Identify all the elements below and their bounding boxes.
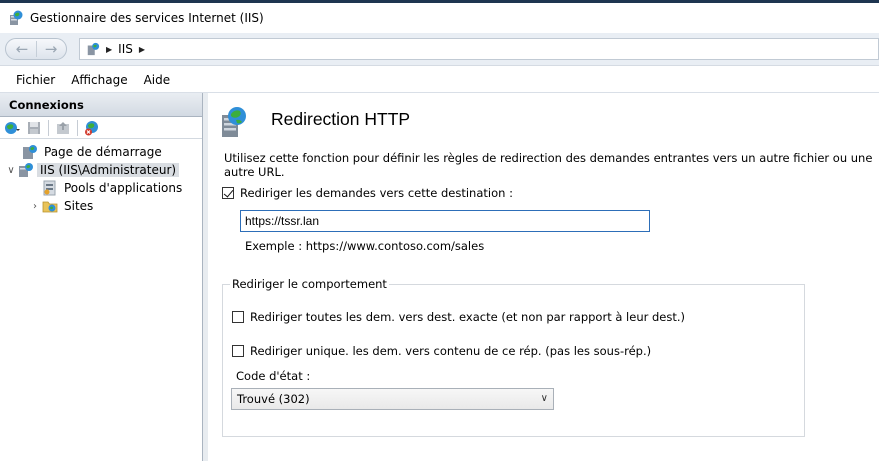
chevron-down-icon[interactable]: ∨ [541,389,548,409]
redirect-feature-icon [222,107,246,137]
tree-item-app-pools[interactable]: Pools d'applications [0,179,202,197]
connections-header: Connexions [0,93,202,117]
redirect-behavior-group [222,284,805,437]
back-arrow-icon[interactable]: ← [8,40,36,58]
example-text: Exemple : https://www.contoso.com/sales [245,239,485,253]
window-title: Gestionnaire des services Internet (IIS) [30,11,264,25]
toolbar-separator [48,119,49,136]
redirect-behavior-legend: Rediriger le comportement [230,277,389,291]
connections-panel: Connexions Page de démarrage ∨ IIS (IIS\… [0,93,203,461]
status-code-label: Code d'état : [236,369,311,383]
menu-bar: Fichier Affichage Aide [0,67,879,93]
exact-destination-checkbox-row[interactable]: Rediriger toutes les dem. vers dest. exa… [232,310,685,324]
breadcrumb[interactable]: ▶ IIS ▶ [79,38,879,60]
status-code-value: Trouvé (302) [237,392,310,406]
unique-directory-checkbox[interactable] [232,345,244,357]
server-icon [87,42,100,56]
save-icon[interactable] [26,120,42,136]
connections-toolbar [0,117,202,139]
exact-destination-label: Rediriger toutes les dem. vers dest. exa… [250,310,686,324]
unique-directory-checkbox-row[interactable]: Rediriger unique. les dem. vers contenu … [232,344,651,358]
chevron-down-icon[interactable]: ∨ [4,165,18,176]
up-level-icon[interactable] [55,120,71,136]
redirect-destination-label: Rediriger les demandes vers cette destin… [240,186,513,200]
unique-directory-label: Rediriger unique. les dem. vers contenu … [250,344,652,358]
page-title: Redirection HTTP [271,109,411,129]
menu-fichier[interactable]: Fichier [8,73,63,87]
breadcrumb-arrow-icon[interactable]: ▶ [106,45,112,54]
tree-item-label: Page de démarrage [44,145,162,159]
status-code-select[interactable]: Trouvé (302) ∨ [231,388,554,410]
feature-description: Utilisez cette fonction pour définir les… [224,151,873,179]
connections-tree: Page de démarrage ∨ IIS (IIS\Administrat… [0,139,202,215]
tree-item-iis-server[interactable]: ∨ IIS (IIS\Administrateur) [0,161,202,179]
tree-item-label: Pools d'applications [64,181,183,195]
disconnect-icon[interactable] [84,120,100,136]
forward-arrow-icon[interactable]: → [37,40,65,58]
feature-page: Redirection HTTP Utilisez cette fonction… [208,93,879,461]
nav-buttons: ← → [5,38,67,60]
title-bar: Gestionnaire des services Internet (IIS) [0,3,879,33]
breadcrumb-item-iis[interactable]: IIS [118,42,133,56]
connect-globe-icon[interactable] [4,120,20,136]
toolbar-separator [77,119,78,136]
tree-item-label: Sites [64,199,94,213]
start-page-icon [23,145,37,159]
tree-item-label: IIS (IIS\Administrateur) [37,163,180,177]
exact-destination-checkbox[interactable] [232,311,244,323]
menu-aide[interactable]: Aide [136,73,179,87]
tree-item-sites[interactable]: › Sites [0,197,202,215]
redirect-destination-checkbox-row[interactable]: Rediriger les demandes vers cette destin… [222,186,513,200]
sites-folder-icon [42,201,58,213]
app-pools-icon [43,180,56,196]
iis-app-icon [10,10,23,25]
address-bar: ← → ▶ IIS ▶ [0,33,879,66]
breadcrumb-arrow-icon[interactable]: ▶ [139,45,145,54]
tree-item-start-page[interactable]: Page de démarrage [0,143,202,161]
redirect-destination-checkbox[interactable] [222,187,234,199]
server-icon [19,163,33,177]
destination-url-input[interactable] [240,210,650,232]
chevron-right-icon[interactable]: › [28,201,42,212]
menu-affichage[interactable]: Affichage [63,73,135,87]
